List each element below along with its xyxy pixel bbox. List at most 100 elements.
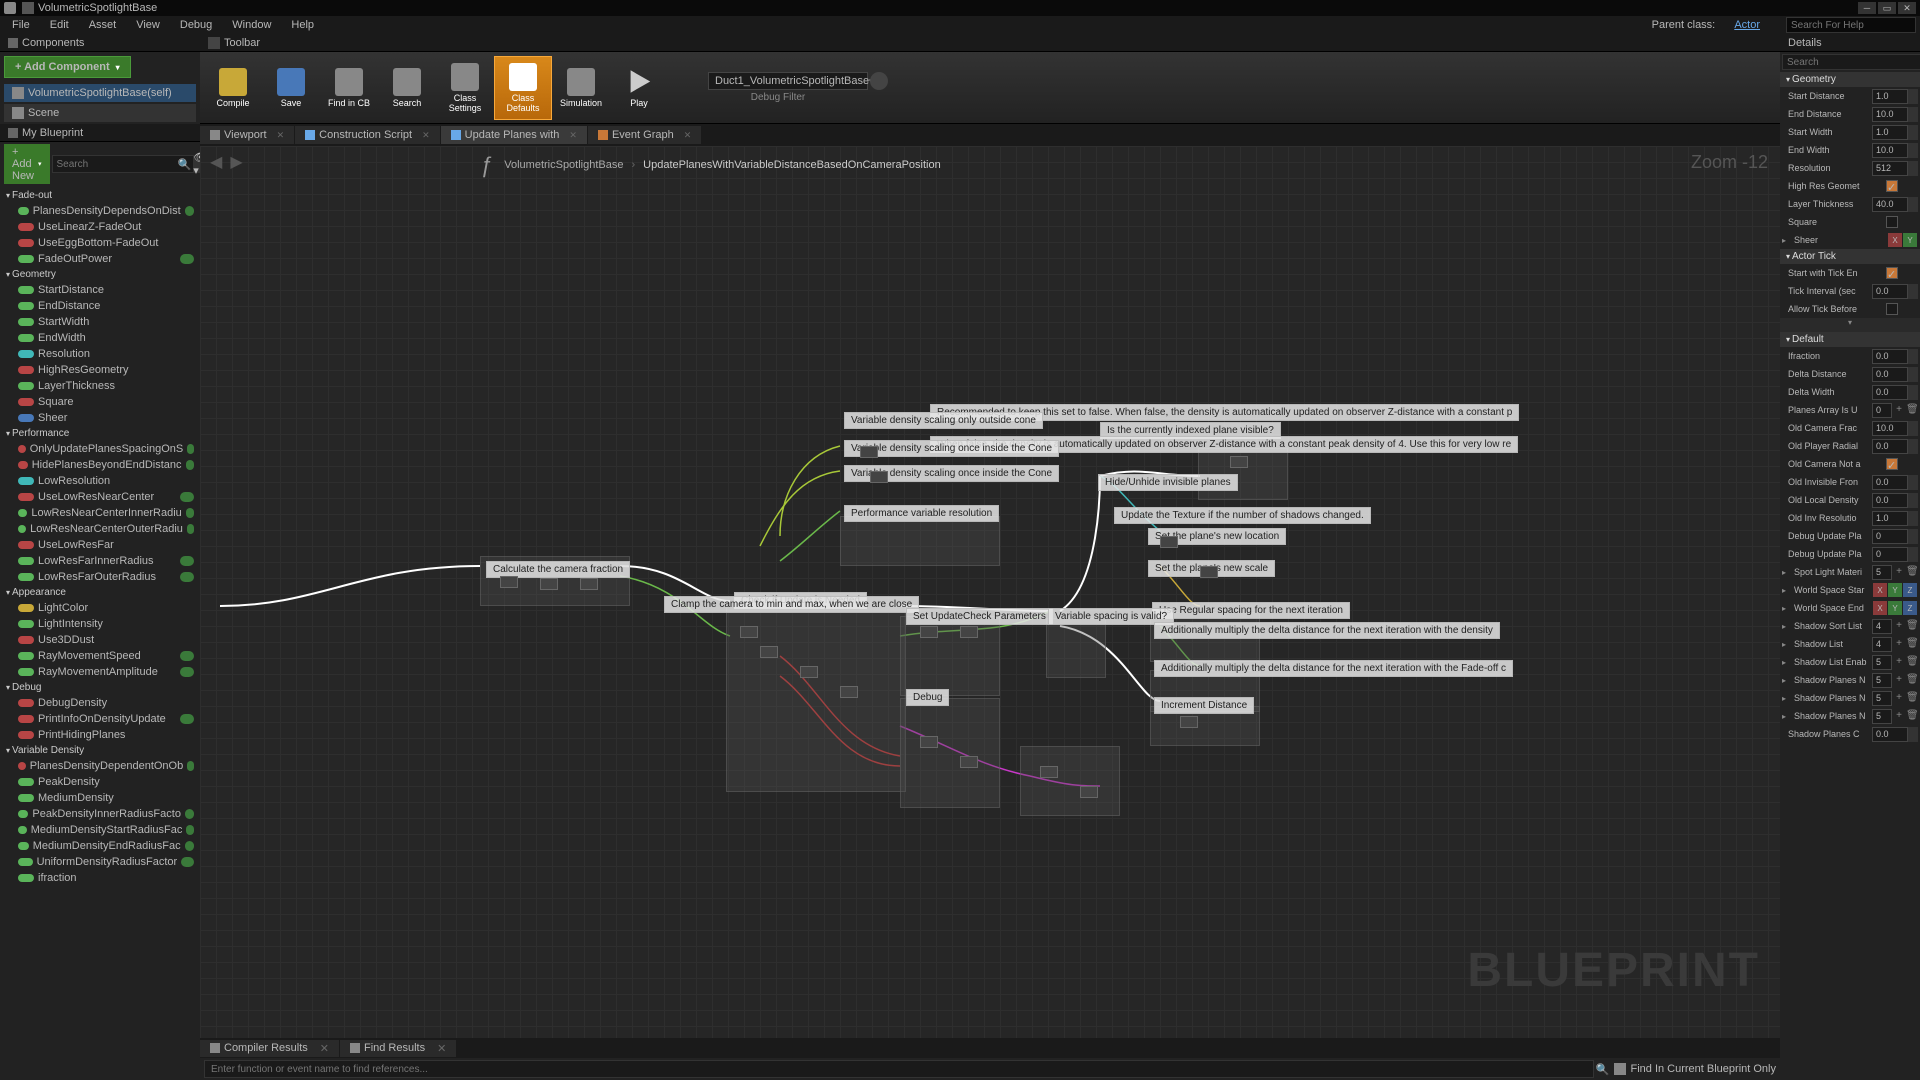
- array-add-icon[interactable]: +: [1893, 404, 1905, 416]
- var-visible-icon[interactable]: [187, 524, 194, 534]
- graph-comment[interactable]: Use Regular spacing for the next iterati…: [1152, 602, 1350, 619]
- variable-item[interactable]: UseLinearZ-FadeOut: [2, 219, 198, 235]
- graph-tab[interactable]: Viewport✕: [200, 126, 294, 144]
- spinner-icon[interactable]: [1908, 107, 1918, 122]
- var-category[interactable]: Appearance: [2, 585, 198, 600]
- debug-filter-find-icon[interactable]: [870, 72, 888, 90]
- details-value-input[interactable]: 1.0: [1872, 125, 1908, 140]
- class-settings-button[interactable]: Class Settings: [436, 56, 494, 120]
- spinner-icon[interactable]: [1908, 284, 1918, 299]
- var-visible-icon[interactable]: [186, 508, 194, 518]
- array-add-icon[interactable]: +: [1893, 620, 1905, 632]
- myblueprint-search[interactable]: [52, 155, 194, 173]
- array-add-icon[interactable]: +: [1893, 692, 1905, 704]
- var-visible-icon[interactable]: [185, 841, 194, 851]
- details-value-input[interactable]: 0.0: [1872, 367, 1908, 382]
- details-tab[interactable]: Details: [1780, 34, 1920, 52]
- var-visible-icon[interactable]: [187, 761, 194, 771]
- array-add-icon[interactable]: +: [1893, 674, 1905, 686]
- spinner-icon[interactable]: [1908, 125, 1918, 140]
- variable-item[interactable]: EndWidth: [2, 330, 198, 346]
- tab-close-icon[interactable]: ✕: [684, 130, 692, 141]
- spinner-icon[interactable]: [1908, 493, 1918, 508]
- details-checkbox[interactable]: ✓: [1886, 458, 1898, 470]
- variable-item[interactable]: LightIntensity: [2, 616, 198, 632]
- expand-icon[interactable]: ▸: [1782, 604, 1786, 613]
- graph-comment[interactable]: Variable density scaling only outside co…: [844, 412, 1043, 429]
- spinner-icon[interactable]: [1908, 727, 1918, 742]
- variable-item[interactable]: MediumDensityEndRadiusFac: [2, 838, 198, 854]
- breadcrumb-parent[interactable]: VolumetricSpotlightBase: [504, 159, 623, 171]
- variable-item[interactable]: UseEggBottom-FadeOut: [2, 235, 198, 251]
- details-value-input[interactable]: 0.0: [1872, 284, 1908, 299]
- details-search[interactable]: [1782, 54, 1920, 70]
- variable-item[interactable]: ifraction: [2, 870, 198, 886]
- var-visible-icon[interactable]: [180, 572, 194, 582]
- graph-tab[interactable]: Construction Script✕: [295, 126, 439, 144]
- expand-icon[interactable]: ▸: [1782, 712, 1786, 721]
- details-checkbox[interactable]: ✓: [1886, 267, 1898, 279]
- graph-comment[interactable]: Debug: [906, 689, 949, 706]
- variable-item[interactable]: DebugDensity: [2, 695, 198, 711]
- array-empty-icon[interactable]: 🗑: [1906, 566, 1918, 578]
- var-visible-icon[interactable]: [186, 460, 194, 470]
- spinner-icon[interactable]: [1908, 475, 1918, 490]
- compiler-results-tab[interactable]: Compiler Results✕: [200, 1040, 339, 1057]
- details-value-input[interactable]: 0.0: [1872, 493, 1908, 508]
- parent-class-link[interactable]: Actor: [1726, 17, 1768, 33]
- debug-filter-select[interactable]: Duct1_VolumetricSpotlightBase: [708, 72, 868, 90]
- menu-asset[interactable]: Asset: [81, 17, 125, 33]
- graph-canvas[interactable]: ◀ ▶ ƒ VolumetricSpotlightBase › UpdatePl…: [200, 146, 1780, 1038]
- add-new-button[interactable]: + Add New: [4, 144, 50, 184]
- var-visible-icon[interactable]: [185, 809, 194, 819]
- expand-icon[interactable]: ▸: [1782, 640, 1786, 649]
- spinner-icon[interactable]: [1908, 529, 1918, 544]
- details-category[interactable]: Default: [1780, 332, 1920, 347]
- expand-icon[interactable]: ▸: [1782, 568, 1786, 577]
- search-help-input[interactable]: [1786, 17, 1916, 33]
- window-minimize-icon[interactable]: ─: [1858, 2, 1876, 14]
- find-input[interactable]: [204, 1060, 1594, 1078]
- variable-item[interactable]: RayMovementAmplitude: [2, 664, 198, 680]
- details-value-input[interactable]: 10.0: [1872, 143, 1908, 158]
- spinner-icon[interactable]: [1908, 349, 1918, 364]
- array-empty-icon[interactable]: 🗑: [1906, 674, 1918, 686]
- details-category[interactable]: Actor Tick: [1780, 249, 1920, 264]
- details-value-input[interactable]: 512: [1872, 161, 1908, 176]
- variable-item[interactable]: LowResolution: [2, 473, 198, 489]
- details-value-input[interactable]: 10.0: [1872, 421, 1908, 436]
- graph-comment[interactable]: Update the Texture if the number of shad…: [1114, 507, 1371, 524]
- variable-item[interactable]: UseLowResNearCenter: [2, 489, 198, 505]
- variable-item[interactable]: MediumDensityStartRadiusFac: [2, 822, 198, 838]
- window-restore-icon[interactable]: ▭: [1878, 2, 1896, 14]
- details-checkbox[interactable]: [1886, 216, 1898, 228]
- variable-item[interactable]: LightColor: [2, 600, 198, 616]
- find-search-icon[interactable]: 🔍: [1594, 1061, 1610, 1077]
- expand-icon[interactable]: ▸: [1782, 236, 1786, 245]
- expand-icon[interactable]: ▸: [1782, 694, 1786, 703]
- variable-item[interactable]: UniformDensityRadiusFactor: [2, 854, 198, 870]
- details-value-input[interactable]: 10.0: [1872, 107, 1908, 122]
- var-category[interactable]: Variable Density: [2, 743, 198, 758]
- details-value-input[interactable]: 0.0: [1872, 385, 1908, 400]
- variable-item[interactable]: LowResFarOuterRadius: [2, 569, 198, 585]
- var-visible-icon[interactable]: [180, 714, 194, 724]
- graph-comment[interactable]: Additionally multiply the delta distance…: [1154, 660, 1513, 677]
- myblueprint-tab[interactable]: My Blueprint: [0, 124, 200, 142]
- spinner-icon[interactable]: [1908, 197, 1918, 212]
- array-empty-icon[interactable]: 🗑: [1906, 404, 1918, 416]
- graph-comment[interactable]: Set UpdateCheck Parameters: [906, 608, 1053, 625]
- search-button[interactable]: Search: [378, 56, 436, 120]
- variable-item[interactable]: LayerThickness: [2, 378, 198, 394]
- find-results-tab[interactable]: Find Results✕: [340, 1040, 456, 1057]
- details-value-input[interactable]: 40.0: [1872, 197, 1908, 212]
- menu-window[interactable]: Window: [224, 17, 279, 33]
- simulation-button[interactable]: Simulation: [552, 56, 610, 120]
- array-empty-icon[interactable]: 🗑: [1906, 692, 1918, 704]
- array-empty-icon[interactable]: 🗑: [1906, 656, 1918, 668]
- menu-debug[interactable]: Debug: [172, 17, 220, 33]
- nav-back-icon[interactable]: ◀: [210, 152, 222, 172]
- add-component-button[interactable]: + Add Component: [4, 56, 131, 78]
- variable-item[interactable]: StartDistance: [2, 282, 198, 298]
- details-value-input[interactable]: 1.0: [1872, 511, 1908, 526]
